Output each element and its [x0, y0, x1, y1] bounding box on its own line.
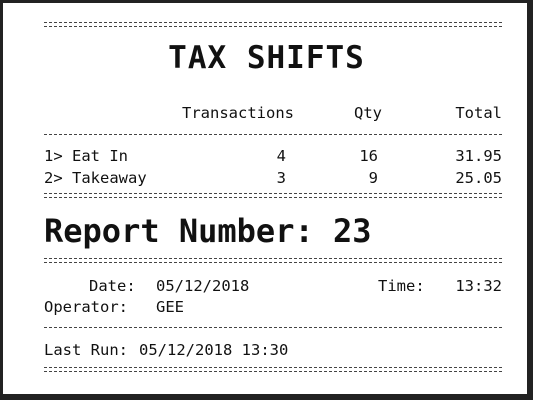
single-separator-footer: [44, 327, 502, 328]
date-value: 05/12/2018: [156, 277, 250, 295]
row-label-takeaway: 2> Takeaway: [44, 169, 147, 187]
row-qty-takeaway: 9: [368, 169, 378, 187]
double-separator-lower: [44, 258, 502, 263]
operator-label: Operator:: [44, 298, 128, 316]
row-transactions-eat-in: 4: [276, 147, 286, 165]
time-value: 13:32: [455, 277, 502, 295]
row-qty-eat-in: 16: [359, 147, 378, 165]
double-separator-bottom: [44, 367, 502, 372]
double-separator-top: [44, 22, 502, 27]
row-transactions-takeaway: 3: [276, 169, 286, 187]
column-header-transactions: Transactions: [182, 104, 294, 122]
time-label: Time:: [378, 277, 425, 295]
receipt-title: TAX SHIFTS: [168, 40, 365, 76]
last-run-label: Last Run:: [44, 341, 128, 359]
operator-value: GEE: [156, 298, 184, 316]
row-total-takeaway: 25.05: [455, 169, 502, 187]
report-number: Report Number: 23: [44, 212, 372, 250]
row-label-eat-in: 1> Eat In: [44, 147, 128, 165]
receipt: TAX SHIFTS Transactions Qty Total 1> Eat…: [0, 0, 533, 400]
double-separator-middle: [44, 193, 502, 198]
row-total-eat-in: 31.95: [455, 147, 502, 165]
single-separator-header: [44, 134, 502, 135]
column-header-qty: Qty: [354, 104, 382, 122]
last-run-value: 05/12/2018 13:30: [139, 341, 289, 359]
date-label: Date:: [89, 277, 136, 295]
column-header-total: Total: [455, 104, 502, 122]
